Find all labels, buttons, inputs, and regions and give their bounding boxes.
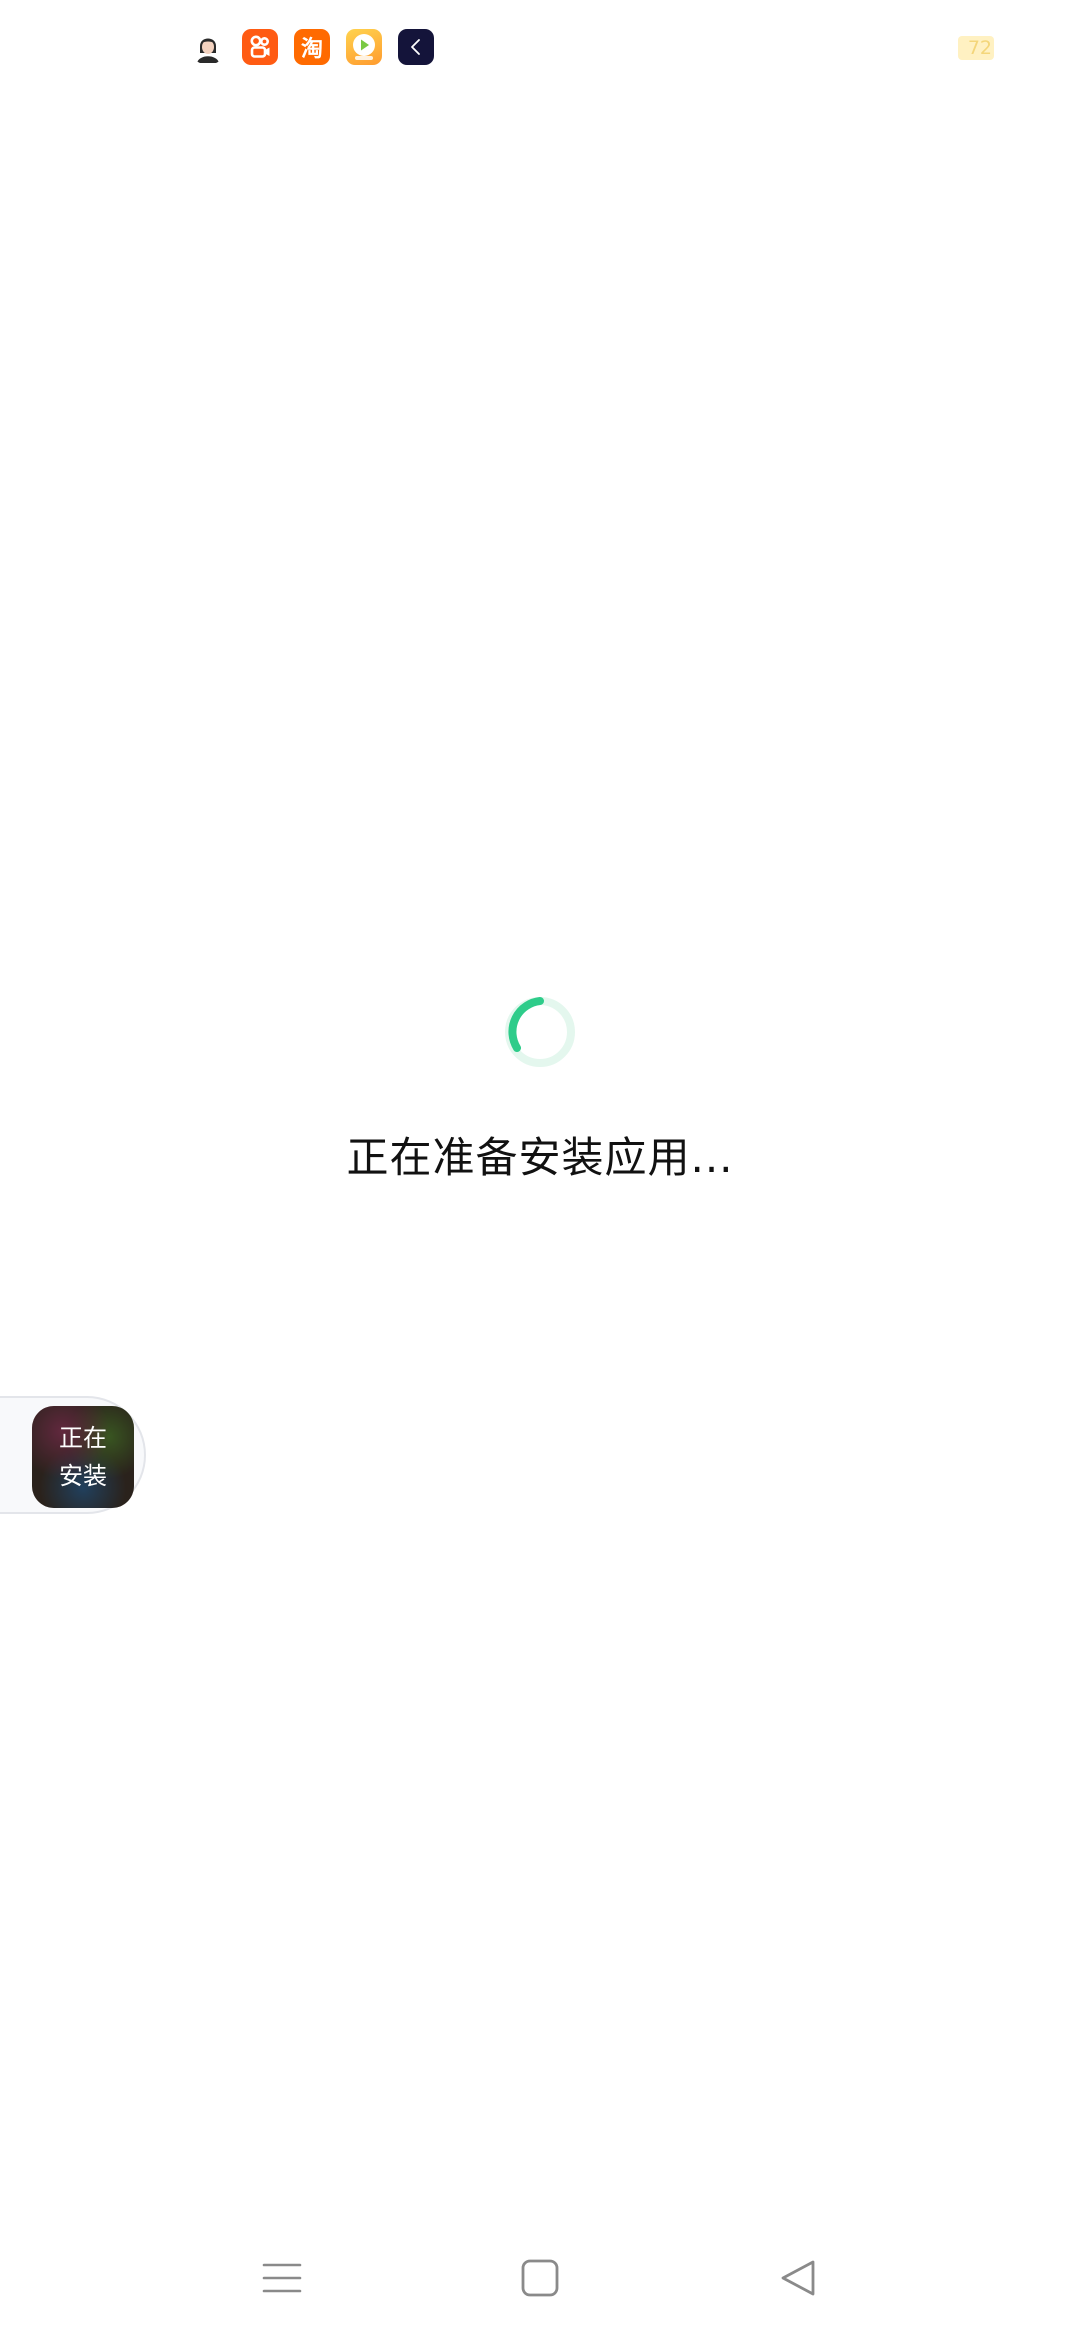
loading-message: 正在准备安装应用...: [346, 1133, 734, 1182]
home-button[interactable]: [510, 2248, 570, 2308]
navigation-bar: [0, 2230, 1080, 2320]
taobao-glyph: 淘: [300, 37, 323, 62]
menu-icon: [262, 2263, 302, 2293]
status-bar: 淘 72: [0, 0, 1080, 96]
home-icon: [521, 2259, 559, 2297]
installing-overlay: 正在 安装: [32, 1406, 134, 1508]
video-player-icon: [346, 29, 382, 65]
installing-float-widget[interactable]: 正在 安装: [0, 1396, 146, 1514]
back-button[interactable]: [768, 2248, 828, 2308]
installing-app-icon[interactable]: 正在 安装: [32, 1406, 134, 1508]
taobao-icon: 淘: [294, 29, 330, 65]
recent-apps-button[interactable]: [252, 2248, 312, 2308]
installing-label-line1: 正在: [59, 1424, 107, 1452]
loading-spinner-icon: [505, 997, 575, 1067]
avatar-icon: [190, 29, 226, 65]
dark-app-icon: [398, 29, 434, 65]
back-icon: [781, 2260, 815, 2296]
screen: 淘 72 正在准备安装应用... 正在 安装: [0, 0, 1080, 2340]
battery-indicator: 72: [958, 36, 994, 60]
installing-label-line2: 安装: [59, 1462, 107, 1490]
kuaishou-icon: [242, 29, 278, 65]
